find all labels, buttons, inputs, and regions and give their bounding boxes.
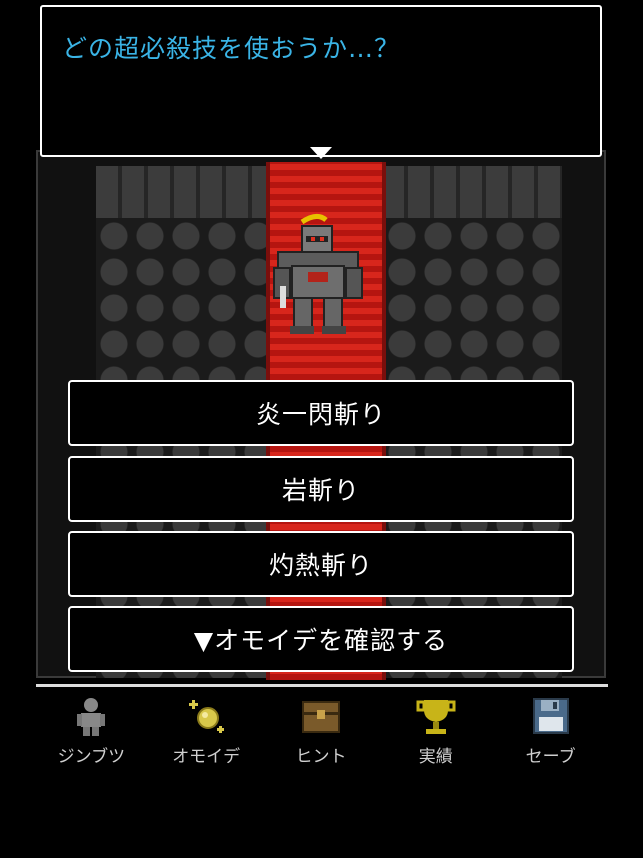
floppy-disk-icon — [529, 694, 573, 738]
bottom-nav: ジンブツ オモイデ ヒント 実績 セーブ — [34, 694, 608, 774]
treasure-chest-icon — [299, 694, 343, 738]
skill-button-flame-slash[interactable]: 炎一閃斬り — [68, 380, 574, 446]
nav-item-achievements[interactable]: 実績 — [378, 694, 493, 774]
dialog-box: どの超必殺技を使おうか…？ — [40, 5, 602, 157]
skill-button-scorching-slash[interactable]: 灼熱斬り — [68, 531, 574, 597]
skill-button-rock-slash[interactable]: 岩斬り — [68, 456, 574, 522]
sparkle-orb-icon — [184, 694, 228, 738]
nav-item-save[interactable]: セーブ — [493, 694, 608, 774]
check-memories-button[interactable]: ▼オモイデを確認する — [68, 606, 574, 672]
nav-label-save: セーブ — [525, 747, 576, 767]
nav-label-achievements: 実績 — [418, 747, 453, 767]
armored-knight-monster — [273, 214, 363, 334]
divider — [36, 684, 608, 687]
nav-item-characters[interactable]: ジンブツ — [34, 694, 149, 774]
nav-label-memories: オモイデ — [172, 747, 241, 767]
dialog-divider — [42, 105, 600, 107]
nav-item-hint[interactable]: ヒント — [264, 694, 379, 774]
dialog-text: どの超必殺技を使おうか…？ — [62, 34, 401, 63]
trophy-icon — [414, 694, 458, 738]
nav-label-hint: ヒント — [295, 747, 347, 767]
nav-item-memories[interactable]: オモイデ — [149, 694, 264, 774]
person-icon — [69, 694, 113, 738]
dialog-continue-arrow-icon — [310, 147, 332, 159]
nav-label-characters: ジンブツ — [57, 747, 126, 767]
